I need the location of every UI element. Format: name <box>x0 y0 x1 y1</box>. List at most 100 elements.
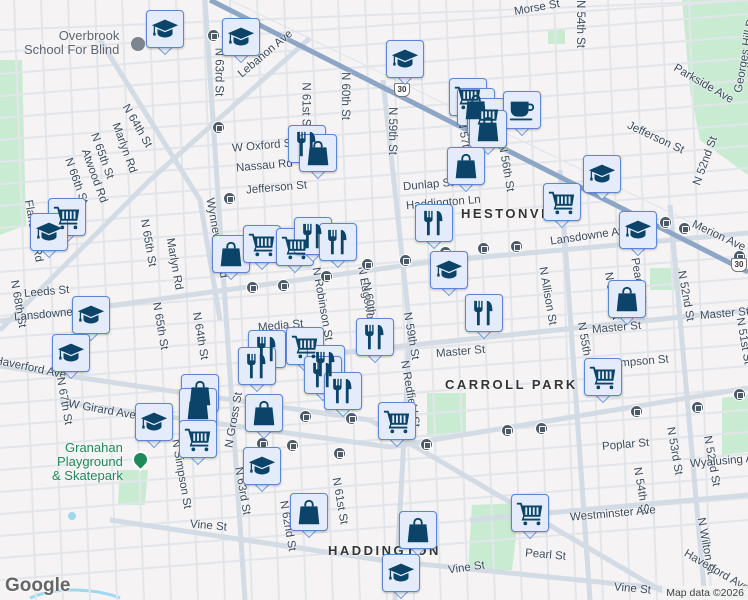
marker-badge <box>469 110 507 148</box>
transit-stop-icon[interactable] <box>420 438 433 451</box>
transit-stop-icon[interactable] <box>477 242 490 255</box>
pond <box>68 512 76 520</box>
transit-stop-icon[interactable] <box>361 258 374 271</box>
transit-stop-icon[interactable] <box>320 270 333 283</box>
school-marker[interactable] <box>52 334 90 380</box>
school-icon <box>386 558 416 588</box>
school-marker[interactable] <box>386 40 424 86</box>
transit-stop-icon[interactable] <box>399 254 412 267</box>
restaurant-marker[interactable] <box>319 223 357 269</box>
transit-stop-icon[interactable] <box>223 192 236 205</box>
grocery-icon <box>588 362 618 392</box>
shopping-marker[interactable] <box>290 493 328 539</box>
transit-stop-icon[interactable] <box>207 29 220 42</box>
marker-badge <box>179 388 217 426</box>
transit-stop-icon[interactable] <box>733 388 746 401</box>
transit-stop-icon[interactable] <box>501 424 514 437</box>
school-marker[interactable] <box>430 251 468 297</box>
transit-stop-icon[interactable] <box>535 422 548 435</box>
route-30-shield: 30 <box>731 258 747 272</box>
grocery-marker[interactable] <box>584 358 622 404</box>
shopping-marker[interactable] <box>447 147 485 193</box>
school-icon <box>587 159 617 189</box>
shopping-marker[interactable] <box>608 280 646 326</box>
transit-stop-icon[interactable] <box>246 281 259 294</box>
school-marker[interactable] <box>619 211 657 257</box>
marker-badge <box>299 134 337 172</box>
marker-badge <box>386 40 424 78</box>
map-attribution[interactable]: Map data ©2026 <box>662 586 748 600</box>
grocery-marker[interactable] <box>511 494 549 540</box>
marker-badge <box>245 394 283 432</box>
marker-badge <box>324 372 362 410</box>
restaurant-marker[interactable] <box>415 204 453 250</box>
school-icon <box>150 14 180 44</box>
school-icon <box>76 300 106 330</box>
shopping-icon <box>216 239 246 269</box>
shopping-icon <box>403 515 433 545</box>
restaurant-icon <box>419 208 449 238</box>
shopping-marker[interactable] <box>399 511 437 557</box>
school-marker[interactable] <box>382 554 420 600</box>
school-marker[interactable] <box>135 403 173 449</box>
transit-stop-icon[interactable] <box>212 121 225 134</box>
school-icon <box>623 215 653 245</box>
school-icon <box>390 44 420 74</box>
restaurant-marker[interactable] <box>465 294 503 340</box>
transit-stop-icon[interactable] <box>333 447 346 460</box>
marker-badge <box>608 280 646 318</box>
marker-badge <box>135 403 173 441</box>
school-icon <box>247 451 277 481</box>
poi-label-overbrook-school[interactable]: Overbrook School For Blind <box>24 29 119 57</box>
marker-badge <box>243 225 281 263</box>
school-marker[interactable] <box>583 155 621 201</box>
map-canvas[interactable]: Lebanon Ave N 63rd St N 61st St N 60th St N … <box>0 0 748 600</box>
marker-badge <box>619 211 657 249</box>
grocery-icon <box>247 229 277 259</box>
marker-badge <box>212 235 250 273</box>
shopping-marker[interactable] <box>212 235 250 281</box>
grocery-icon <box>382 406 412 436</box>
marker-badge <box>465 294 503 332</box>
school-icon <box>139 407 169 437</box>
cafe-marker[interactable] <box>503 91 541 137</box>
shopping-marker[interactable] <box>299 134 337 180</box>
poi-label-granahan-playground[interactable]: Granahan Playground & Skatepark <box>52 441 123 483</box>
marker-badge <box>179 420 217 458</box>
marker-badge <box>511 494 549 532</box>
school-icon <box>34 217 64 247</box>
school-poi-icon[interactable] <box>131 37 145 51</box>
restaurant-marker[interactable] <box>356 318 394 364</box>
shopping-icon <box>294 497 324 527</box>
school-icon <box>56 338 86 368</box>
grocery-icon <box>183 424 213 454</box>
transit-stop-icon[interactable] <box>286 439 299 452</box>
marker-badge <box>72 296 110 334</box>
school-marker[interactable] <box>243 447 281 493</box>
school-marker[interactable] <box>146 10 184 56</box>
transit-stop-icon[interactable] <box>659 216 672 229</box>
transit-stop-icon[interactable] <box>299 410 312 423</box>
transit-stop-icon[interactable] <box>678 222 691 235</box>
transit-stop-icon[interactable] <box>691 401 704 414</box>
transit-stop-icon[interactable] <box>510 240 523 253</box>
marker-badge <box>447 147 485 185</box>
restaurant-icon <box>469 298 499 328</box>
school-marker[interactable] <box>30 213 68 259</box>
shopping-marker[interactable] <box>245 394 283 440</box>
grocery-marker[interactable] <box>543 183 581 229</box>
restaurant-marker[interactable] <box>324 372 362 418</box>
school-marker[interactable] <box>222 18 260 64</box>
marker-badge <box>583 155 621 193</box>
restaurant-marker[interactable] <box>238 347 276 393</box>
street-label: N 54th St <box>573 0 586 48</box>
marker-badge <box>52 334 90 372</box>
transit-stop-icon[interactable] <box>277 279 290 292</box>
marker-badge <box>378 402 416 440</box>
transit-stop-icon[interactable] <box>630 405 643 418</box>
grocery-marker[interactable] <box>179 420 217 466</box>
shopping-icon <box>451 151 481 181</box>
marker-badge <box>30 213 68 251</box>
grocery-marker[interactable] <box>378 402 416 448</box>
school-icon <box>434 255 464 285</box>
